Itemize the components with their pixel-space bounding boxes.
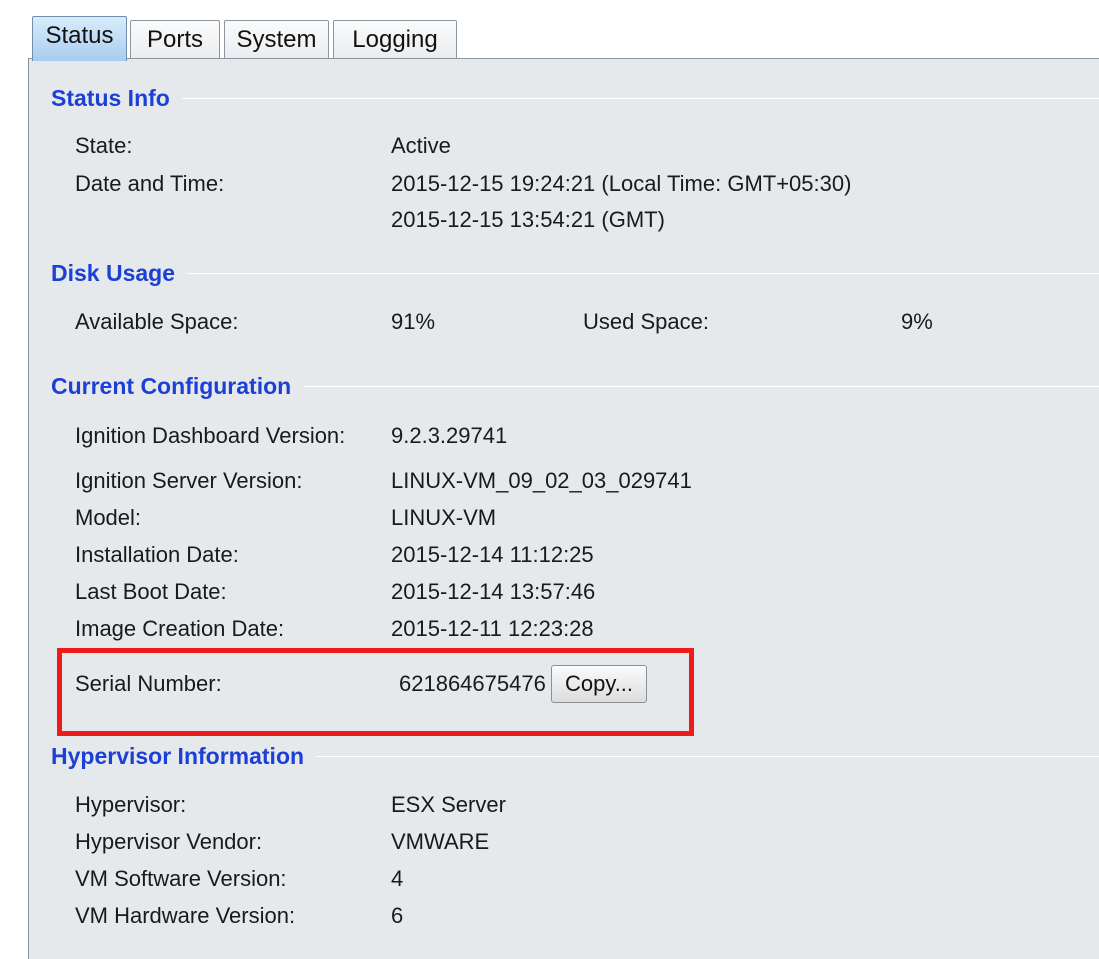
model-label: Model:: [75, 505, 142, 530]
status-info-section: Status Info: [51, 83, 1099, 113]
status-panel: Status Info State: Active Date and Time:…: [28, 58, 1099, 959]
state-label: State:: [75, 133, 133, 158]
available-space-label: Available Space:: [75, 309, 239, 334]
installation-date-label: Installation Date:: [75, 542, 239, 567]
copy-serial-button[interactable]: Copy...: [551, 665, 647, 703]
model-value: LINUX-VM: [391, 505, 497, 530]
datetime-local-value: 2015-12-15 19:24:21 (Local Time: GMT+05:…: [391, 171, 852, 196]
section-divider: [51, 273, 1099, 274]
image-creation-date-label: Image Creation Date:: [75, 616, 285, 641]
datetime-gmt-value: 2015-12-15 13:54:21 (GMT): [391, 207, 665, 232]
hypervisor-value: ESX Server: [391, 792, 506, 817]
status-info-title: Status Info: [51, 83, 182, 113]
disk-usage-title: Disk Usage: [51, 258, 188, 288]
tab-system[interactable]: System: [224, 20, 329, 60]
status-window: Status Ports System Logging Status Info …: [0, 0, 1099, 959]
server-version-label: Ignition Server Version:: [75, 468, 303, 493]
vm-hardware-version-label: VM Hardware Version:: [75, 903, 296, 928]
datetime-label: Date and Time:: [75, 171, 225, 196]
used-space-label: Used Space:: [583, 309, 709, 334]
disk-usage-section: Disk Usage: [51, 258, 1099, 288]
hypervisor-information-section: Hypervisor Information: [51, 741, 1099, 771]
current-configuration-section: Current Configuration: [51, 371, 1099, 401]
last-boot-date-label: Last Boot Date:: [75, 579, 227, 604]
serial-number-value: 621864675476: [399, 671, 546, 696]
hypervisor-vendor-label: Hypervisor Vendor:: [75, 829, 263, 854]
section-divider: [51, 98, 1099, 99]
vm-hardware-version-value: 6: [391, 903, 404, 928]
available-space-value: 91%: [391, 309, 436, 334]
tab-status[interactable]: Status: [32, 16, 127, 61]
image-creation-date-value: 2015-12-11 12:23:28: [391, 616, 594, 641]
hypervisor-label: Hypervisor:: [75, 792, 187, 817]
installation-date-value: 2015-12-14 11:12:25: [391, 542, 594, 567]
dashboard-version-value: 9.2.3.29741: [391, 423, 508, 448]
tab-bar: Status Ports System Logging: [28, 14, 1099, 61]
hypervisor-vendor-value: VMWARE: [391, 829, 490, 854]
last-boot-date-value: 2015-12-14 13:57:46: [391, 579, 596, 604]
used-space-value: 9%: [901, 309, 933, 334]
vm-software-version-value: 4: [391, 866, 404, 891]
serial-number-label: Serial Number:: [75, 671, 222, 696]
hypervisor-information-title: Hypervisor Information: [51, 741, 317, 771]
tab-logging[interactable]: Logging: [333, 20, 457, 60]
vm-software-version-label: VM Software Version:: [75, 866, 287, 891]
dashboard-version-label: Ignition Dashboard Version:: [75, 423, 346, 448]
tab-ports[interactable]: Ports: [130, 20, 220, 60]
server-version-value: LINUX-VM_09_02_03_029741: [391, 468, 692, 493]
current-configuration-title: Current Configuration: [51, 371, 304, 401]
state-value: Active: [391, 133, 451, 158]
